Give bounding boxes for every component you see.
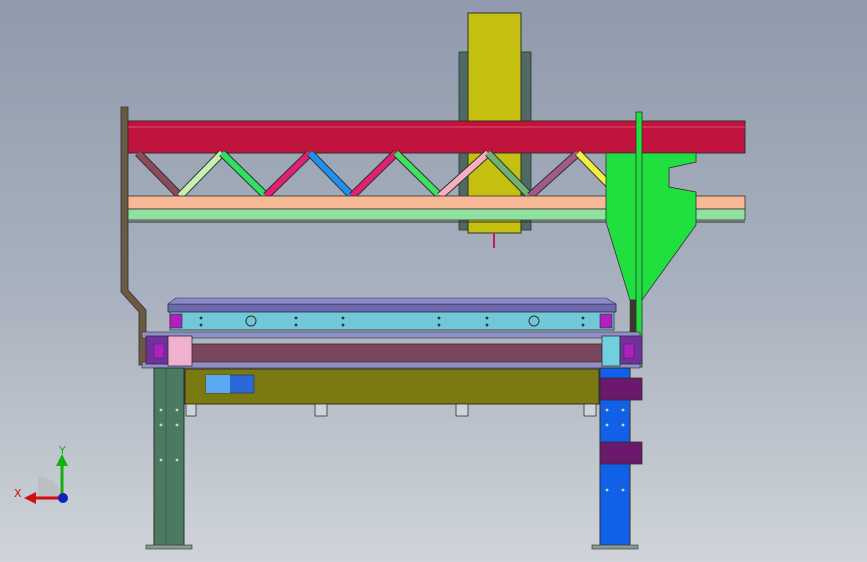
right-upright[interactable] <box>635 111 643 368</box>
slide-bar[interactable] <box>169 311 615 331</box>
truss-member[interactable] <box>135 150 183 199</box>
left-leg[interactable] <box>153 367 185 547</box>
x-axis-label: X <box>14 487 22 500</box>
rail-bar[interactable] <box>185 343 603 363</box>
right-bearing-block[interactable] <box>601 335 621 367</box>
truss-member[interactable] <box>393 150 443 199</box>
right-bracket[interactable] <box>605 152 697 301</box>
carriage-top[interactable] <box>167 303 617 313</box>
frame-rail-top[interactable] <box>141 331 641 339</box>
truss-member[interactable] <box>307 150 355 199</box>
truss-member[interactable] <box>349 150 399 199</box>
frame-rail-bottom[interactable] <box>141 361 641 369</box>
top-beam[interactable] <box>127 120 746 154</box>
truss-member[interactable] <box>527 150 581 199</box>
leg-clamp-upper[interactable] <box>599 377 643 401</box>
leg-clamp-lower[interactable] <box>599 441 643 465</box>
truss-web[interactable] <box>135 150 623 199</box>
truss-member[interactable] <box>219 150 269 199</box>
truss-member[interactable] <box>263 150 313 199</box>
cad-model-view[interactable]: X Y <box>0 0 867 562</box>
z-axis-dot <box>58 493 68 503</box>
cad-viewport[interactable]: X Y <box>0 0 867 562</box>
y-axis-label: Y <box>58 444 66 457</box>
coordinate-triad: X Y <box>14 444 68 504</box>
truss-member[interactable] <box>177 150 225 199</box>
